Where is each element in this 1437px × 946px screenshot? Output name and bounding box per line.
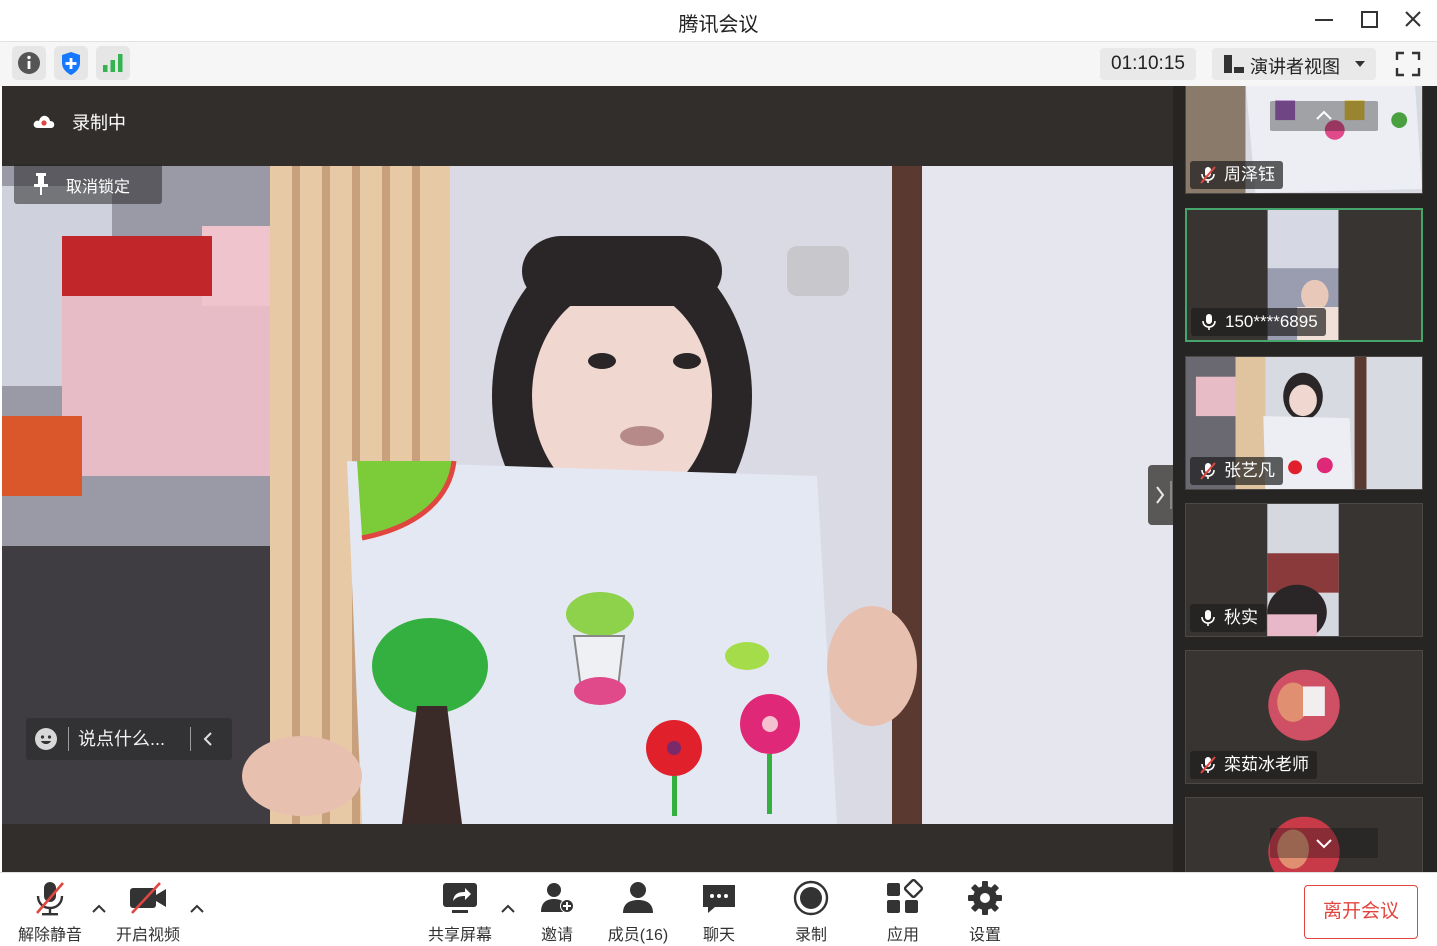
chevron-up-icon bbox=[1316, 110, 1332, 120]
participant-tile[interactable]: 张艺凡 bbox=[1185, 356, 1423, 490]
participant-nametag: 150****6895 bbox=[1191, 308, 1326, 336]
chat-input[interactable] bbox=[78, 720, 186, 758]
mic-icon bbox=[1202, 314, 1216, 330]
meeting-timer: 01:10:15 bbox=[1100, 48, 1196, 80]
cloud-record-icon bbox=[33, 115, 55, 128]
fullscreen-icon[interactable] bbox=[1392, 48, 1424, 80]
invite-button[interactable]: 邀请 bbox=[528, 879, 586, 945]
participant-name: 周泽钰 bbox=[1224, 165, 1275, 184]
participant-tile[interactable]: 栾茹冰老师 bbox=[1185, 650, 1423, 784]
mic-icon bbox=[1201, 610, 1215, 626]
participant-tile[interactable]: 周泽钰 bbox=[1185, 86, 1423, 194]
maximize-button[interactable] bbox=[1351, 4, 1387, 36]
leave-meeting-button[interactable]: 离开会议 bbox=[1304, 885, 1418, 939]
mic-muted-icon bbox=[1200, 462, 1216, 480]
window-title: 腾讯会议 bbox=[678, 14, 759, 36]
share-screen-button[interactable]: 共享屏幕 bbox=[424, 879, 496, 945]
recording-label: 录制中 bbox=[72, 113, 126, 133]
unmute-button[interactable]: 解除静音 bbox=[14, 879, 86, 945]
leave-meeting-label: 离开会议 bbox=[1322, 901, 1399, 922]
chat-divider bbox=[68, 727, 69, 751]
chevron-left-icon[interactable] bbox=[198, 728, 218, 750]
meeting-window: 腾讯会议 01:10:15 演讲者视图 录制中 取消锁定 说点什么... 周泽钰… bbox=[0, 0, 1437, 946]
invite-label: 邀请 bbox=[540, 927, 573, 944]
meeting-toolbar: 01:10:15 演讲者视图 bbox=[0, 42, 1437, 86]
chat-button[interactable]: 聊天 bbox=[690, 879, 748, 945]
chat-divider bbox=[190, 727, 191, 751]
info-icon[interactable] bbox=[12, 46, 46, 80]
participant-tile[interactable]: 150****6895 bbox=[1185, 208, 1423, 342]
chat-icon bbox=[703, 885, 735, 913]
side-panel-toggle[interactable] bbox=[1148, 465, 1174, 525]
participant-name: 栾茹冰老师 bbox=[1224, 755, 1309, 774]
apps-label: 应用 bbox=[886, 927, 919, 944]
scroll-down-button[interactable] bbox=[1270, 828, 1378, 858]
apps-button[interactable]: 应用 bbox=[874, 879, 932, 945]
signal-icon[interactable] bbox=[96, 46, 130, 80]
chevron-down-icon bbox=[1316, 839, 1332, 849]
mic-muted-icon bbox=[1200, 166, 1216, 184]
scroll-up-button[interactable] bbox=[1270, 101, 1378, 131]
close-button[interactable] bbox=[1395, 4, 1431, 36]
settings-label: 设置 bbox=[968, 927, 1001, 944]
participant-tile[interactable]: 秋实 bbox=[1185, 503, 1423, 637]
record-button[interactable]: 录制 bbox=[782, 879, 840, 945]
mic-muted-icon bbox=[36, 882, 64, 916]
apps-icon bbox=[887, 879, 923, 913]
record-icon bbox=[793, 880, 829, 916]
chevron-right-icon bbox=[1156, 481, 1172, 509]
participant-nametag: 张艺凡 bbox=[1190, 457, 1283, 485]
chat-label: 聊天 bbox=[702, 927, 735, 944]
emoji-icon[interactable] bbox=[34, 727, 58, 751]
speaker-view-icon bbox=[1224, 55, 1244, 73]
members-icon bbox=[623, 882, 653, 913]
start-video-button[interactable]: 开启视频 bbox=[112, 879, 184, 945]
mic-muted-icon bbox=[1200, 756, 1216, 774]
participant-tile[interactable] bbox=[1185, 797, 1423, 872]
settings-button[interactable]: 设置 bbox=[956, 879, 1014, 945]
control-bar: 解除静音 开启视频 共享屏幕 邀请 成员(16) 聊天 录制 应用 设置 离开会… bbox=[0, 872, 1437, 946]
unlock-pin-button[interactable]: 取消锁定 bbox=[14, 164, 162, 204]
participant-strip: 周泽钰 150****6895 张艺凡 秋实 栾茹冰老师 bbox=[1173, 86, 1437, 872]
view-mode-label: 演讲者视图 bbox=[1250, 57, 1340, 77]
view-mode-dropdown[interactable]: 演讲者视图 bbox=[1212, 48, 1376, 80]
floating-chat-bar bbox=[26, 718, 232, 760]
shield-icon[interactable] bbox=[54, 46, 88, 80]
participant-nametag: 周泽钰 bbox=[1190, 161, 1283, 189]
unmute-label: 解除静音 bbox=[17, 927, 82, 944]
add-user-icon bbox=[541, 883, 574, 913]
members-label: 成员(16) bbox=[607, 927, 669, 944]
audio-options-caret-icon[interactable] bbox=[91, 903, 107, 915]
unlock-label: 取消锁定 bbox=[66, 179, 131, 196]
pin-icon bbox=[34, 173, 48, 195]
share-screen-label: 共享屏幕 bbox=[427, 927, 492, 944]
title-bar: 腾讯会议 bbox=[0, 0, 1437, 42]
share-options-caret-icon[interactable] bbox=[500, 903, 516, 915]
video-options-caret-icon[interactable] bbox=[189, 903, 205, 915]
gear-icon bbox=[968, 881, 1002, 915]
caret-down-icon bbox=[1355, 61, 1365, 67]
members-button[interactable]: 成员(16) bbox=[600, 879, 676, 945]
participant-nametag: 栾茹冰老师 bbox=[1190, 751, 1317, 779]
minimize-button[interactable] bbox=[1306, 4, 1342, 36]
participant-nametag: 秋实 bbox=[1190, 604, 1266, 632]
speaker-stage: 录制中 取消锁定 说点什么... bbox=[2, 86, 1173, 872]
participant-name: 150****6895 bbox=[1225, 312, 1318, 331]
camera-off-icon bbox=[130, 882, 166, 914]
record-label: 录制 bbox=[794, 927, 827, 944]
participant-name: 秋实 bbox=[1224, 608, 1258, 627]
participant-name: 张艺凡 bbox=[1224, 461, 1275, 480]
start-video-label: 开启视频 bbox=[115, 927, 180, 944]
share-screen-icon bbox=[443, 883, 477, 913]
